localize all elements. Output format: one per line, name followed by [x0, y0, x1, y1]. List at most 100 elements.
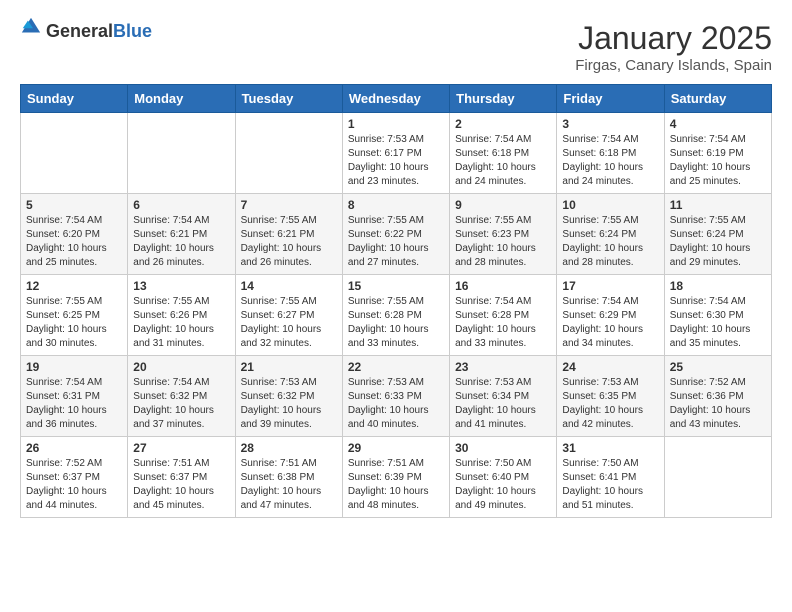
- day-number: 26: [26, 441, 122, 455]
- calendar-cell: 11 Sunrise: 7:55 AMSunset: 6:24 PMDayligh…: [664, 194, 771, 275]
- day-info: Sunrise: 7:51 AMSunset: 6:39 PMDaylight:…: [348, 457, 444, 513]
- calendar-cell: [128, 113, 235, 194]
- calendar-table: SundayMondayTuesdayWednesdayThursdayFrid…: [20, 84, 772, 518]
- day-number: 28: [241, 441, 337, 455]
- calendar-cell: 9 Sunrise: 7:55 AMSunset: 6:23 PMDaylight…: [450, 194, 557, 275]
- calendar-cell: 28 Sunrise: 7:51 AMSunset: 6:38 PMDayligh…: [235, 437, 342, 518]
- day-info: Sunrise: 7:53 AMSunset: 6:32 PMDaylight:…: [241, 376, 337, 432]
- day-info: Sunrise: 7:54 AMSunset: 6:29 PMDaylight:…: [562, 295, 658, 351]
- calendar-cell: 18 Sunrise: 7:54 AMSunset: 6:30 PMDayligh…: [664, 275, 771, 356]
- day-info: Sunrise: 7:54 AMSunset: 6:20 PMDaylight:…: [26, 214, 122, 270]
- calendar-cell: 6 Sunrise: 7:54 AMSunset: 6:21 PMDaylight…: [128, 194, 235, 275]
- day-info: Sunrise: 7:52 AMSunset: 6:37 PMDaylight:…: [26, 457, 122, 513]
- calendar-cell: 13 Sunrise: 7:55 AMSunset: 6:26 PMDayligh…: [128, 275, 235, 356]
- day-info: Sunrise: 7:55 AMSunset: 6:27 PMDaylight:…: [241, 295, 337, 351]
- day-number: 13: [133, 279, 229, 293]
- day-info: Sunrise: 7:54 AMSunset: 6:32 PMDaylight:…: [133, 376, 229, 432]
- day-number: 9: [455, 198, 551, 212]
- day-number: 11: [670, 198, 766, 212]
- day-info: Sunrise: 7:51 AMSunset: 6:38 PMDaylight:…: [241, 457, 337, 513]
- day-number: 24: [562, 360, 658, 374]
- day-number: 21: [241, 360, 337, 374]
- weekday-header-saturday: Saturday: [664, 85, 771, 113]
- logo-icon: [20, 16, 42, 38]
- day-info: Sunrise: 7:54 AMSunset: 6:21 PMDaylight:…: [133, 214, 229, 270]
- calendar-cell: 1 Sunrise: 7:53 AMSunset: 6:17 PMDaylight…: [342, 113, 449, 194]
- day-number: 15: [348, 279, 444, 293]
- day-number: 17: [562, 279, 658, 293]
- day-info: Sunrise: 7:51 AMSunset: 6:37 PMDaylight:…: [133, 457, 229, 513]
- day-info: Sunrise: 7:50 AMSunset: 6:41 PMDaylight:…: [562, 457, 658, 513]
- day-info: Sunrise: 7:54 AMSunset: 6:18 PMDaylight:…: [562, 133, 658, 189]
- day-info: Sunrise: 7:54 AMSunset: 6:30 PMDaylight:…: [670, 295, 766, 351]
- day-info: Sunrise: 7:55 AMSunset: 6:21 PMDaylight:…: [241, 214, 337, 270]
- day-info: Sunrise: 7:55 AMSunset: 6:24 PMDaylight:…: [670, 214, 766, 270]
- day-number: 8: [348, 198, 444, 212]
- day-number: 27: [133, 441, 229, 455]
- calendar-cell: 26 Sunrise: 7:52 AMSunset: 6:37 PMDayligh…: [21, 437, 128, 518]
- calendar-cell: 15 Sunrise: 7:55 AMSunset: 6:28 PMDayligh…: [342, 275, 449, 356]
- calendar-cell: 27 Sunrise: 7:51 AMSunset: 6:37 PMDayligh…: [128, 437, 235, 518]
- calendar-cell: 2 Sunrise: 7:54 AMSunset: 6:18 PMDaylight…: [450, 113, 557, 194]
- weekday-header-row: SundayMondayTuesdayWednesdayThursdayFrid…: [21, 85, 772, 113]
- day-number: 29: [348, 441, 444, 455]
- day-number: 7: [241, 198, 337, 212]
- weekday-header-thursday: Thursday: [450, 85, 557, 113]
- weekday-header-sunday: Sunday: [21, 85, 128, 113]
- day-info: Sunrise: 7:55 AMSunset: 6:25 PMDaylight:…: [26, 295, 122, 351]
- day-info: Sunrise: 7:54 AMSunset: 6:19 PMDaylight:…: [670, 133, 766, 189]
- day-info: Sunrise: 7:50 AMSunset: 6:40 PMDaylight:…: [455, 457, 551, 513]
- day-number: 10: [562, 198, 658, 212]
- logo-general: General: [46, 21, 113, 41]
- calendar-cell: [235, 113, 342, 194]
- calendar-cell: 20 Sunrise: 7:54 AMSunset: 6:32 PMDayligh…: [128, 356, 235, 437]
- day-number: 22: [348, 360, 444, 374]
- calendar-cell: 23 Sunrise: 7:53 AMSunset: 6:34 PMDayligh…: [450, 356, 557, 437]
- logo-blue: Blue: [113, 21, 152, 41]
- calendar-cell: 5 Sunrise: 7:54 AMSunset: 6:20 PMDaylight…: [21, 194, 128, 275]
- weekday-header-tuesday: Tuesday: [235, 85, 342, 113]
- calendar-cell: 10Sunrise: 7:55 AMSunset: 6:24 PMDayligh…: [557, 194, 664, 275]
- day-info: Sunrise: 7:53 AMSunset: 6:17 PMDaylight:…: [348, 133, 444, 189]
- day-info: Sunrise: 7:55 AMSunset: 6:22 PMDaylight:…: [348, 214, 444, 270]
- day-number: 23: [455, 360, 551, 374]
- day-number: 4: [670, 117, 766, 131]
- day-info: Sunrise: 7:55 AMSunset: 6:23 PMDaylight:…: [455, 214, 551, 270]
- day-info: Sunrise: 7:55 AMSunset: 6:28 PMDaylight:…: [348, 295, 444, 351]
- calendar-cell: 14 Sunrise: 7:55 AMSunset: 6:27 PMDayligh…: [235, 275, 342, 356]
- main-title: January 2025: [575, 20, 772, 57]
- calendar-cell: 21 Sunrise: 7:53 AMSunset: 6:32 PMDayligh…: [235, 356, 342, 437]
- calendar-cell: 16Sunrise: 7:54 AMSunset: 6:28 PMDayligh…: [450, 275, 557, 356]
- calendar-cell: 24 Sunrise: 7:53 AMSunset: 6:35 PMDayligh…: [557, 356, 664, 437]
- day-number: 25: [670, 360, 766, 374]
- calendar-cell: 30 Sunrise: 7:50 AMSunset: 6:40 PMDayligh…: [450, 437, 557, 518]
- day-info: Sunrise: 7:54 AMSunset: 6:18 PMDaylight:…: [455, 133, 551, 189]
- day-number: 6: [133, 198, 229, 212]
- week-row-3: 12 Sunrise: 7:55 AMSunset: 6:25 PMDayligh…: [21, 275, 772, 356]
- day-number: 2: [455, 117, 551, 131]
- day-number: 1: [348, 117, 444, 131]
- day-number: 14: [241, 279, 337, 293]
- calendar-cell: 17 Sunrise: 7:54 AMSunset: 6:29 PMDayligh…: [557, 275, 664, 356]
- calendar-cell: 29 Sunrise: 7:51 AMSunset: 6:39 PMDayligh…: [342, 437, 449, 518]
- day-info: Sunrise: 7:53 AMSunset: 6:34 PMDaylight:…: [455, 376, 551, 432]
- day-number: 18: [670, 279, 766, 293]
- weekday-header-friday: Friday: [557, 85, 664, 113]
- day-number: 20: [133, 360, 229, 374]
- title-section: January 2025 Firgas, Canary Islands, Spa…: [575, 20, 772, 74]
- calendar-cell: 12 Sunrise: 7:55 AMSunset: 6:25 PMDayligh…: [21, 275, 128, 356]
- day-number: 16: [455, 279, 551, 293]
- day-number: 12: [26, 279, 122, 293]
- day-number: 30: [455, 441, 551, 455]
- week-row-2: 5 Sunrise: 7:54 AMSunset: 6:20 PMDaylight…: [21, 194, 772, 275]
- calendar-cell: 22Sunrise: 7:53 AMSunset: 6:33 PMDayligh…: [342, 356, 449, 437]
- weekday-header-monday: Monday: [128, 85, 235, 113]
- calendar-cell: 8 Sunrise: 7:55 AMSunset: 6:22 PMDaylight…: [342, 194, 449, 275]
- calendar-cell: [664, 437, 771, 518]
- day-info: Sunrise: 7:55 AMSunset: 6:26 PMDaylight:…: [133, 295, 229, 351]
- day-info: Sunrise: 7:52 AMSunset: 6:36 PMDaylight:…: [670, 376, 766, 432]
- day-number: 5: [26, 198, 122, 212]
- calendar-cell: 3Sunrise: 7:54 AMSunset: 6:18 PMDaylight…: [557, 113, 664, 194]
- day-info: Sunrise: 7:53 AMSunset: 6:35 PMDaylight:…: [562, 376, 658, 432]
- calendar-cell: 31Sunrise: 7:50 AMSunset: 6:41 PMDayligh…: [557, 437, 664, 518]
